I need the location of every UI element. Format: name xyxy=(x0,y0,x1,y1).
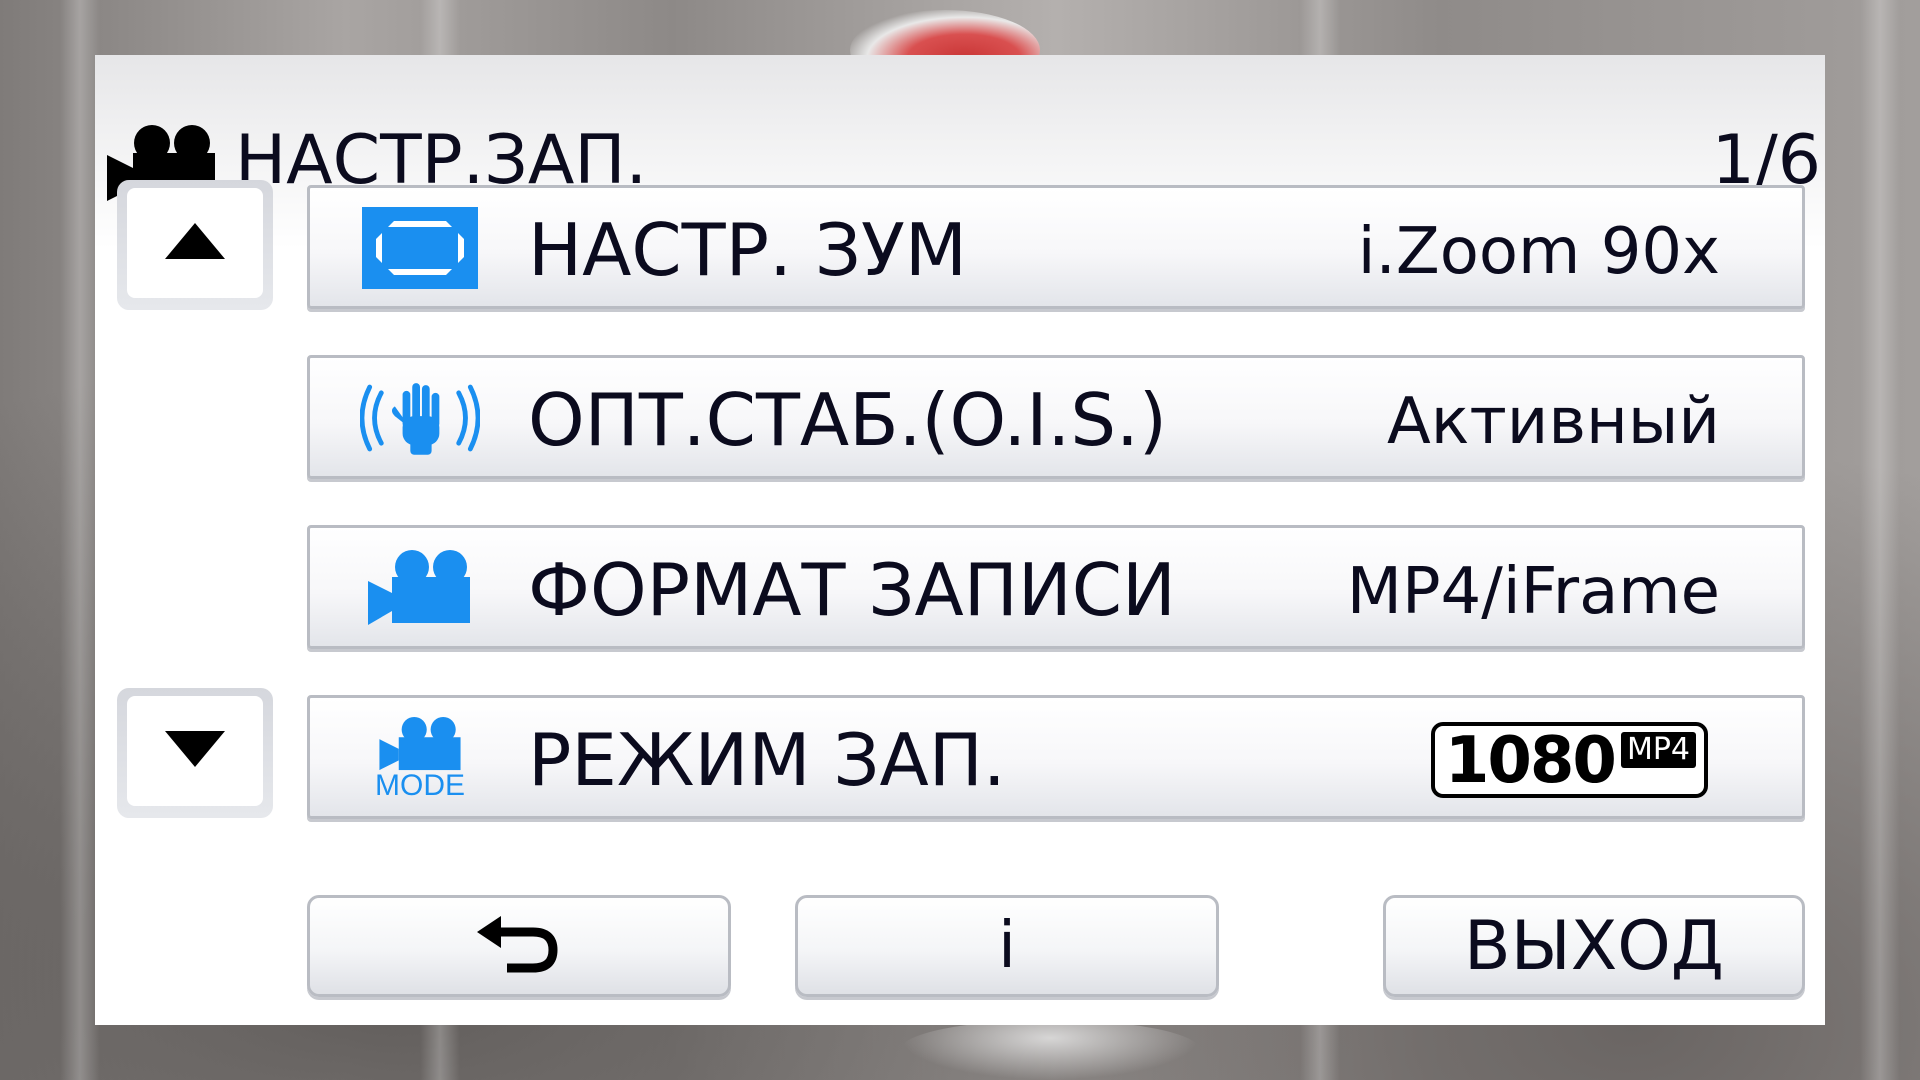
zoom-frame-icon xyxy=(360,206,480,290)
scroll-down-button[interactable] xyxy=(117,688,273,818)
menu-item-label: ФОРМАТ ЗАПИСИ xyxy=(528,548,1176,632)
video-camera-mode-icon: MODE xyxy=(360,716,480,802)
mode-icon-text: MODE xyxy=(375,769,465,802)
menu-item-label: НАСТР. ЗУМ xyxy=(528,208,967,292)
recording-settings-menu: НАСТР.ЗАП. 1/6 НАСТР. ЗУМ i.Zoom 90x ОПТ… xyxy=(95,55,1825,1025)
background-curtain-fold xyxy=(1860,0,1900,1080)
menu-item-optical-stabilizer[interactable]: ОПТ.СТАБ.(O.I.S.) Активный xyxy=(307,355,1805,479)
menu-item-value: i.Zoom 90x xyxy=(1357,215,1720,289)
menu-item-label: РЕЖИМ ЗАП. xyxy=(528,718,1006,802)
exit-button-label: ВЫХОД xyxy=(1464,906,1724,986)
menu-item-recording-format[interactable]: ФОРМАТ ЗАПИСИ MP4/iFrame xyxy=(307,525,1805,649)
menu-item-label: ОПТ.СТАБ.(O.I.S.) xyxy=(528,378,1167,462)
info-button-label: i xyxy=(998,909,1016,983)
background-vase-bottom xyxy=(900,1020,1200,1080)
badge-format: MP4 xyxy=(1620,732,1696,768)
info-button[interactable]: i xyxy=(795,895,1219,997)
recording-mode-badge: 1080 MP4 xyxy=(1430,722,1708,798)
menu-item-recording-mode[interactable]: MODE РЕЖИМ ЗАП. 1080 MP4 xyxy=(307,695,1805,819)
return-arrow-icon xyxy=(477,914,561,978)
badge-resolution: 1080 xyxy=(1444,724,1617,798)
video-camera-icon xyxy=(360,546,480,630)
menu-item-zoom-settings[interactable]: НАСТР. ЗУМ i.Zoom 90x xyxy=(307,185,1805,309)
triangle-up-icon xyxy=(165,223,225,263)
triangle-down-icon xyxy=(165,731,225,771)
back-button[interactable] xyxy=(307,895,731,997)
stabilizer-hand-icon xyxy=(360,376,480,460)
menu-header: НАСТР.ЗАП. 1/6 xyxy=(95,85,1825,201)
menu-item-value: MP4/iFrame xyxy=(1346,555,1720,629)
exit-button[interactable]: ВЫХОД xyxy=(1383,895,1805,997)
scroll-up-button[interactable] xyxy=(117,180,273,310)
background-curtain-fold xyxy=(60,0,100,1080)
menu-item-value: Активный xyxy=(1387,385,1720,459)
